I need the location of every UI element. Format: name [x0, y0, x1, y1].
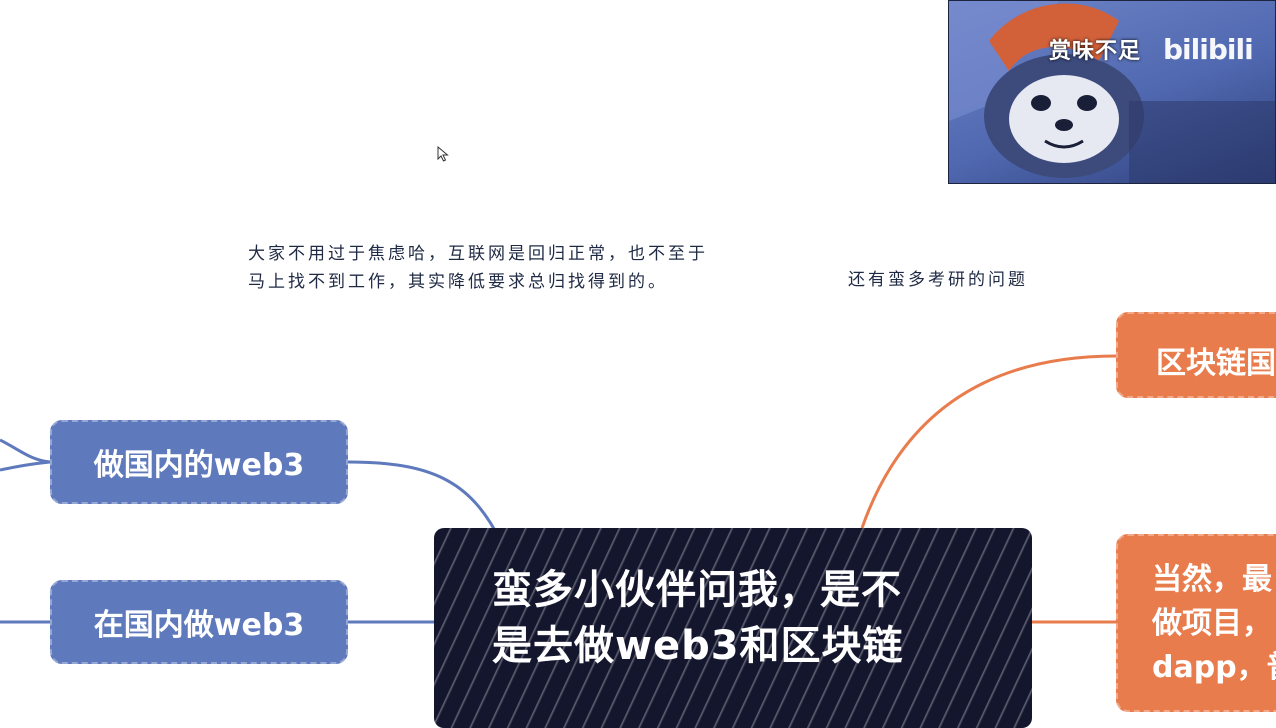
overlay-caption: 赏味不足: [1049, 39, 1142, 64]
central-topic-line-2: 是去做web3和区块链: [492, 623, 904, 669]
node-projects[interactable]: 当然，最 做项目， dapp，普: [1116, 534, 1276, 712]
connector-left-stub-1: [0, 438, 51, 464]
bilibili-logo: bilibili: [1163, 33, 1254, 66]
node-web3-in-china-label: 在国内做web3: [93, 608, 305, 643]
streamer-video-overlay: 赏味不足 bilibili: [948, 0, 1276, 184]
connector-left-stub-2: [0, 460, 51, 472]
note-anxiety-line-2: 马上找不到工作，其实降低要求总归找得到的。: [248, 272, 668, 292]
note-grad-exam: 还有蛮多考研的问题: [848, 270, 1028, 290]
note-anxiety-line-1: 大家不用过于焦虑哈，互联网是回归正常，也不至于: [248, 244, 708, 264]
connector-right-1: [860, 354, 1117, 529]
node-projects-line-2: 做项目，: [1152, 606, 1272, 641]
node-domestic-web3-label: 做国内的web3: [93, 448, 305, 483]
node-web3-in-china[interactable]: 在国内做web3: [50, 580, 348, 664]
node-central-topic[interactable]: 蛮多小伙伴问我，是不 是去做web3和区块链: [434, 528, 1032, 728]
node-blockchain-label: 区块链国: [1156, 346, 1276, 381]
node-projects-line-3: dapp，普: [1152, 650, 1276, 685]
node-blockchain[interactable]: 区块链国: [1116, 312, 1276, 398]
note-anxiety: 大家不用过于焦虑哈，互联网是回归正常，也不至于 马上找不到工作，其实降低要求总归…: [248, 240, 708, 296]
arrow-cursor-icon: [437, 146, 449, 162]
node-domestic-web3[interactable]: 做国内的web3: [50, 420, 348, 504]
node-projects-line-1: 当然，最: [1152, 562, 1272, 597]
central-topic-line-1: 蛮多小伙伴问我，是不: [492, 567, 902, 613]
red-panda-avatar-icon: [949, 1, 1275, 183]
